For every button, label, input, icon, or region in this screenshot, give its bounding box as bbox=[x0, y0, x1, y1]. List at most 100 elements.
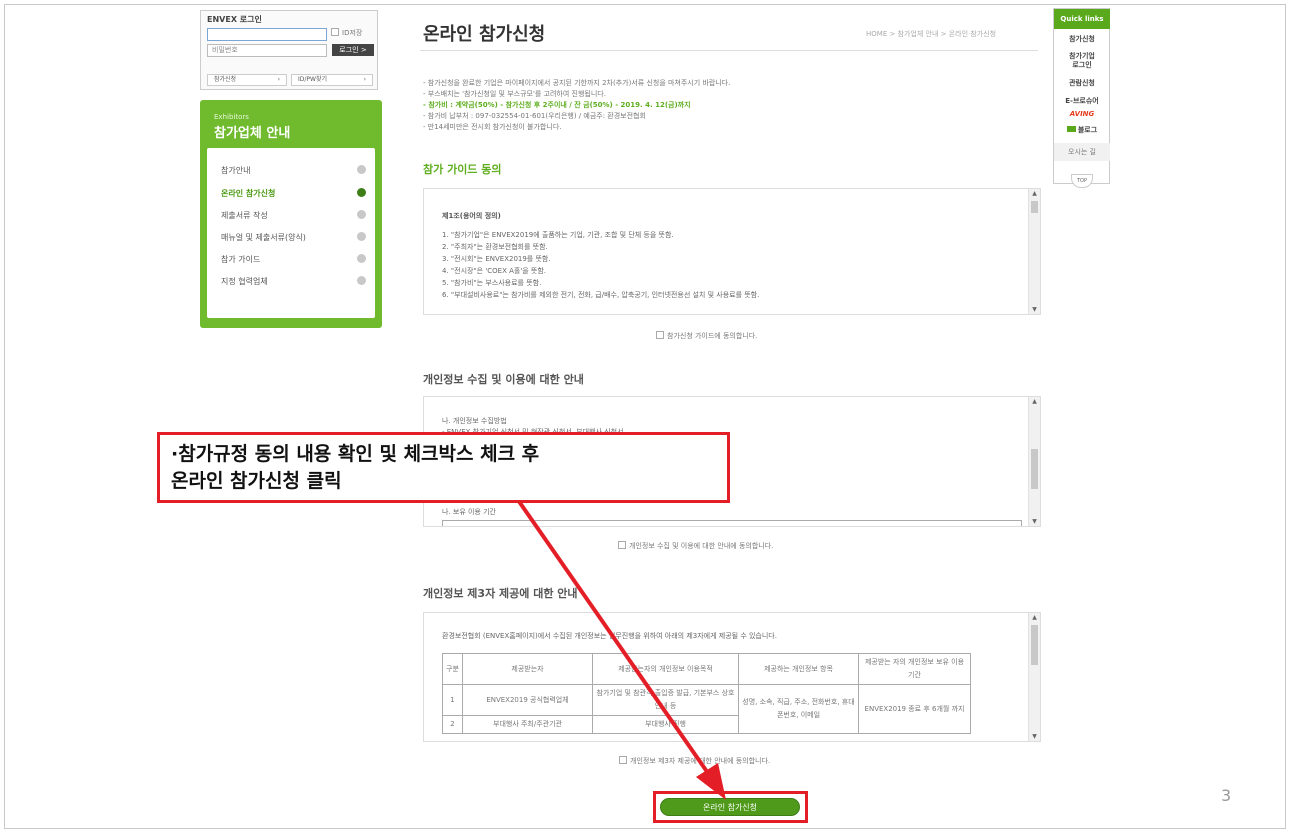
sidebar-title: 참가업체 안내 bbox=[214, 126, 291, 141]
sidebar-item-online-apply[interactable]: 온라인 참가신청 bbox=[221, 188, 366, 199]
table-header-cell: 제공받는자의 개인정보 이용목적 bbox=[592, 653, 739, 685]
scroll-thumb[interactable] bbox=[1031, 625, 1038, 665]
table-cell: 부대행사 진행 bbox=[592, 715, 739, 734]
scroll-up-icon[interactable]: ▲ bbox=[1029, 190, 1040, 197]
sidebar-item-label: 참가안내 bbox=[221, 166, 251, 175]
table-cell: 성명, 소속, 직급, 주소, 전화번호, 휴대폰번호, 이메일 bbox=[738, 684, 859, 734]
circle-arrow-icon bbox=[357, 254, 366, 263]
privacy-agree-checkbox[interactable]: 개인정보 수집 및 이용에 대한 안내에 동의합니다. bbox=[618, 541, 773, 551]
guide-line: 3. "전시회"는 ENVEX2019를 뜻함. bbox=[442, 255, 551, 263]
chevron-right-icon: › bbox=[363, 76, 366, 83]
checkbox-icon bbox=[619, 756, 627, 764]
sidebar-item-partners[interactable]: 지정 협력업체 bbox=[221, 276, 366, 287]
scroll-up-icon[interactable]: ▲ bbox=[1029, 398, 1040, 405]
sidebar-subtitle: Exhibitors bbox=[214, 113, 249, 121]
circle-arrow-icon bbox=[357, 232, 366, 241]
guide-line: 4. "전시장"은 'COEX A홀'을 뜻함. bbox=[442, 267, 547, 275]
notice-line: - 참가신청을 완료한 기업은 마이페이지에서 공지된 기한까지 2차(추가)서… bbox=[423, 79, 731, 87]
sidebar-item-label: 매뉴얼 및 제출서류(양식) bbox=[221, 233, 306, 242]
instruction-callout: ·참가규정 동의 내용 확인 및 체크박스 체크 후 온라인 참가신청 클릭 bbox=[157, 432, 730, 503]
scroll-down-icon[interactable]: ▼ bbox=[1029, 306, 1040, 313]
callout-text: ·참가규정 동의 내용 확인 및 체크박스 체크 후 온라인 참가신청 클릭 bbox=[171, 441, 539, 495]
quick-link-visit[interactable]: 관람신청 bbox=[1054, 79, 1110, 88]
callout-line: 온라인 참가신청 클릭 bbox=[171, 470, 342, 492]
sidebar-menu: 참가안내 온라인 참가신청 제출서류 작성 매뉴얼 및 제출서류(양식) 참가 … bbox=[207, 148, 375, 318]
page-number: 3 bbox=[1221, 786, 1232, 805]
privacy-section-title: 개인정보 수집 및 이용에 대한 안내 bbox=[423, 373, 584, 386]
quick-link-ebrochure[interactable]: E-브로슈어 bbox=[1054, 97, 1110, 106]
guide-line: 1. "참가기업"은 ENVEX2019에 출품하는 기업, 기관, 조합 및 … bbox=[442, 231, 674, 239]
quick-link-directions[interactable]: 오시는 길 bbox=[1054, 143, 1110, 161]
table-header-cell: 제공하는 개인정보 항목 bbox=[738, 653, 859, 685]
apply-link[interactable]: 참가신청 › bbox=[207, 74, 287, 86]
notice-line: - 만14세미만은 전시회 참가신청이 불가합니다. bbox=[423, 123, 562, 131]
breadcrumb: HOME > 참가업체 안내 > 온라인 참가신청 bbox=[866, 30, 997, 38]
third-party-agree-checkbox[interactable]: 개인정보 제3자 제공에 대한 안내에 동의합니다. bbox=[619, 756, 770, 766]
sidebar-item-guide[interactable]: 참가 가이드 bbox=[221, 254, 366, 265]
scroll-up-icon[interactable]: ▲ bbox=[1029, 614, 1040, 621]
checkbox-icon bbox=[618, 541, 626, 549]
notice-line: - 부스배치는 '참가신청일 및 부스규모'를 고려하여 진행됩니다. bbox=[423, 90, 606, 98]
quick-links-header: Quick links bbox=[1054, 9, 1110, 29]
table-cell: 부대행사 주최/주관기관 bbox=[462, 715, 593, 734]
find-link-label: ID/PW찾기 bbox=[298, 76, 328, 83]
third-party-scrollbar[interactable]: ▲ ▼ bbox=[1028, 613, 1040, 741]
sidebar-item-label: 제출서류 작성 bbox=[221, 211, 268, 220]
blog-icon bbox=[1066, 126, 1076, 132]
notice-line-fee: - 참가비 : 계약금(50%) - 참가신청 후 2주이내 / 잔 금(50%… bbox=[423, 101, 691, 109]
sidebar-item-label: 지정 협력업체 bbox=[221, 277, 268, 286]
divider bbox=[420, 50, 1038, 51]
third-party-agree-label: 개인정보 제3자 제공에 대한 안내에 동의합니다. bbox=[630, 757, 771, 765]
quick-link-exhibitor-login[interactable]: 참가기업 로그인 bbox=[1054, 52, 1110, 70]
guide-line: 6. "부대설비사용료"는 참가비를 제외한 전기, 전화, 급/배수, 압축공… bbox=[442, 291, 760, 299]
table-row: 1 ENVEX2019 공식협력업체 참가기업 및 참관객 출입증 발급, 기본… bbox=[442, 684, 971, 734]
login-box: ENVEX 로그인 비밀번호 ID저장 로그인 > 참가신청 › ID/PW찾기 › bbox=[200, 10, 378, 90]
login-title: ENVEX 로그인 bbox=[207, 15, 262, 24]
save-id-label: ID저장 bbox=[342, 29, 363, 37]
login-button[interactable]: 로그인 > bbox=[332, 44, 374, 56]
chevron-right-icon: › bbox=[277, 76, 280, 83]
id-input[interactable] bbox=[207, 28, 327, 41]
table-cell: 2 bbox=[442, 715, 463, 734]
quick-link-blog[interactable]: 블로그 bbox=[1054, 126, 1110, 135]
circle-arrow-icon bbox=[357, 210, 366, 219]
scroll-thumb[interactable] bbox=[1031, 201, 1038, 213]
password-input[interactable]: 비밀번호 bbox=[207, 44, 327, 57]
guide-agree-checkbox[interactable]: 참가신청 가이드에 동의합니다. bbox=[656, 331, 757, 341]
guide-textbox[interactable]: 제1조(용어의 정의) 1. "참가기업"은 ENVEX2019에 출품하는 기… bbox=[423, 188, 1041, 315]
scroll-down-icon[interactable]: ▼ bbox=[1029, 733, 1040, 740]
sidebar-item-documents[interactable]: 제출서류 작성 bbox=[221, 210, 366, 221]
table-header-cell: 구분 bbox=[442, 653, 463, 685]
guide-scrollbar[interactable]: ▲ ▼ bbox=[1028, 189, 1040, 314]
online-apply-button[interactable]: 온라인 참가신청 bbox=[660, 798, 800, 816]
privacy-agree-label: 개인정보 수집 및 이용에 대한 안내에 동의합니다. bbox=[629, 542, 774, 550]
quick-links: Quick links 참가신청 참가기업 로그인 관람신청 E-브로슈어 AV… bbox=[1053, 8, 1110, 184]
third-party-textbox[interactable]: 환경보전협회 (ENVEX홈페이지)에서 수집된 개인정보는 업무진행을 위하여… bbox=[423, 612, 1041, 742]
save-id-checkbox[interactable]: ID저장 bbox=[331, 28, 362, 38]
table-cell: 1 bbox=[442, 684, 463, 716]
sidebar: Exhibitors 참가업체 안내 참가안내 온라인 참가신청 제출서류 작성… bbox=[200, 100, 382, 328]
sidebar-item-manual[interactable]: 매뉴얼 및 제출서류(양식) bbox=[221, 232, 366, 243]
checkbox-icon bbox=[331, 28, 339, 36]
quick-link-apply[interactable]: 참가신청 bbox=[1054, 35, 1110, 44]
privacy-scrollbar[interactable]: ▲ ▼ bbox=[1028, 397, 1040, 526]
callout-line: ·참가규정 동의 내용 확인 및 체크박스 체크 후 bbox=[171, 443, 540, 465]
guide-line: 5. "참가비"는 부스사용료를 뜻함. bbox=[442, 279, 542, 287]
apply-link-label: 참가신청 bbox=[214, 76, 237, 83]
sidebar-item-label: 참가 가이드 bbox=[221, 255, 261, 264]
find-id-pw-link[interactable]: ID/PW찾기 › bbox=[291, 74, 373, 86]
scroll-thumb[interactable] bbox=[1031, 449, 1038, 489]
table-cell: ENVEX2019 종료 후 6개월 까지 bbox=[858, 684, 971, 734]
guide-line: 2. "주최자"는 환경보전협회를 뜻함. bbox=[442, 243, 548, 251]
top-button-label: TOP bbox=[1076, 178, 1087, 184]
guide-agree-label: 참가신청 가이드에 동의합니다. bbox=[667, 332, 758, 340]
checkbox-icon bbox=[656, 331, 664, 339]
guide-article: 제1조(용어의 정의) bbox=[442, 212, 501, 220]
scroll-down-icon[interactable]: ▼ bbox=[1029, 518, 1040, 525]
sidebar-item-info[interactable]: 참가안내 bbox=[221, 165, 366, 176]
quick-link-aving[interactable]: AVING bbox=[1054, 110, 1110, 119]
sidebar-item-label: 온라인 참가신청 bbox=[221, 189, 276, 198]
third-party-intro: 환경보전협회 (ENVEX홈페이지)에서 수집된 개인정보는 업무진행을 위하여… bbox=[442, 632, 777, 640]
quick-link-blog-label: 블로그 bbox=[1077, 126, 1098, 134]
circle-arrow-icon bbox=[357, 165, 366, 174]
